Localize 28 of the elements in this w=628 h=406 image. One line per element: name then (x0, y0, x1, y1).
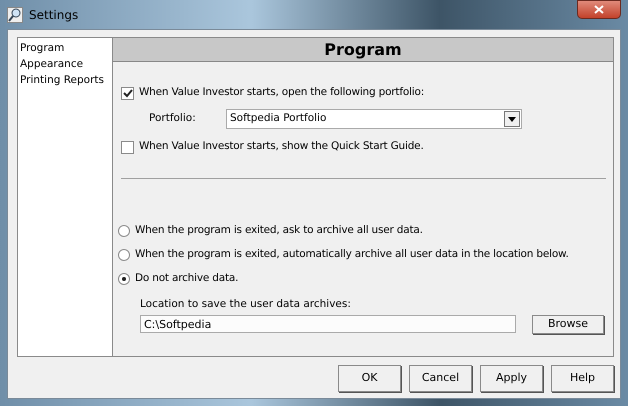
location-field[interactable]: C:\Softpedia (140, 315, 516, 334)
portfolio-label: Portfolio: (149, 111, 197, 126)
dialog-button[interactable]: Apply (480, 365, 543, 392)
sidebar-item[interactable]: Program (19, 40, 112, 56)
checkbox-label: When Value Investor starts, open the following portfolio: (139, 85, 424, 100)
browse-button[interactable]: Browse (532, 314, 604, 334)
dialog-button[interactable]: Help (551, 365, 614, 392)
sidebar-item[interactable]: Printing Reports (19, 72, 112, 88)
magnifier-icon (7, 6, 23, 22)
radio-label: When the program is exited, automatically archive all user data in the location below. (135, 247, 569, 262)
close-icon (594, 5, 604, 14)
radio-button[interactable] (118, 249, 130, 261)
checkbox-label: When Value Investor starts, show the Quick Start Guide. (139, 139, 424, 154)
radio-label: When the program is exited, ask to archive all user data. (135, 223, 423, 238)
window-title: Settings (29, 6, 78, 24)
close-button[interactable] (577, 0, 621, 19)
checkbox[interactable] (121, 140, 134, 154)
location-label: Location to save the user data archives: (140, 297, 352, 312)
dialog-button[interactable]: OK (338, 365, 401, 392)
radio-button[interactable] (118, 273, 130, 285)
checkbox[interactable] (121, 86, 134, 100)
sidebar-item[interactable]: Appearance (19, 56, 112, 72)
dialog-button[interactable]: Cancel (409, 365, 472, 392)
portfolio-dropdown[interactable]: Softpedia Portfolio (226, 109, 522, 129)
radio-label: Do not archive data. (135, 271, 238, 286)
panel-title: Program (113, 38, 613, 62)
radio-button[interactable] (118, 225, 130, 237)
dropdown-arrow-icon (508, 116, 516, 122)
